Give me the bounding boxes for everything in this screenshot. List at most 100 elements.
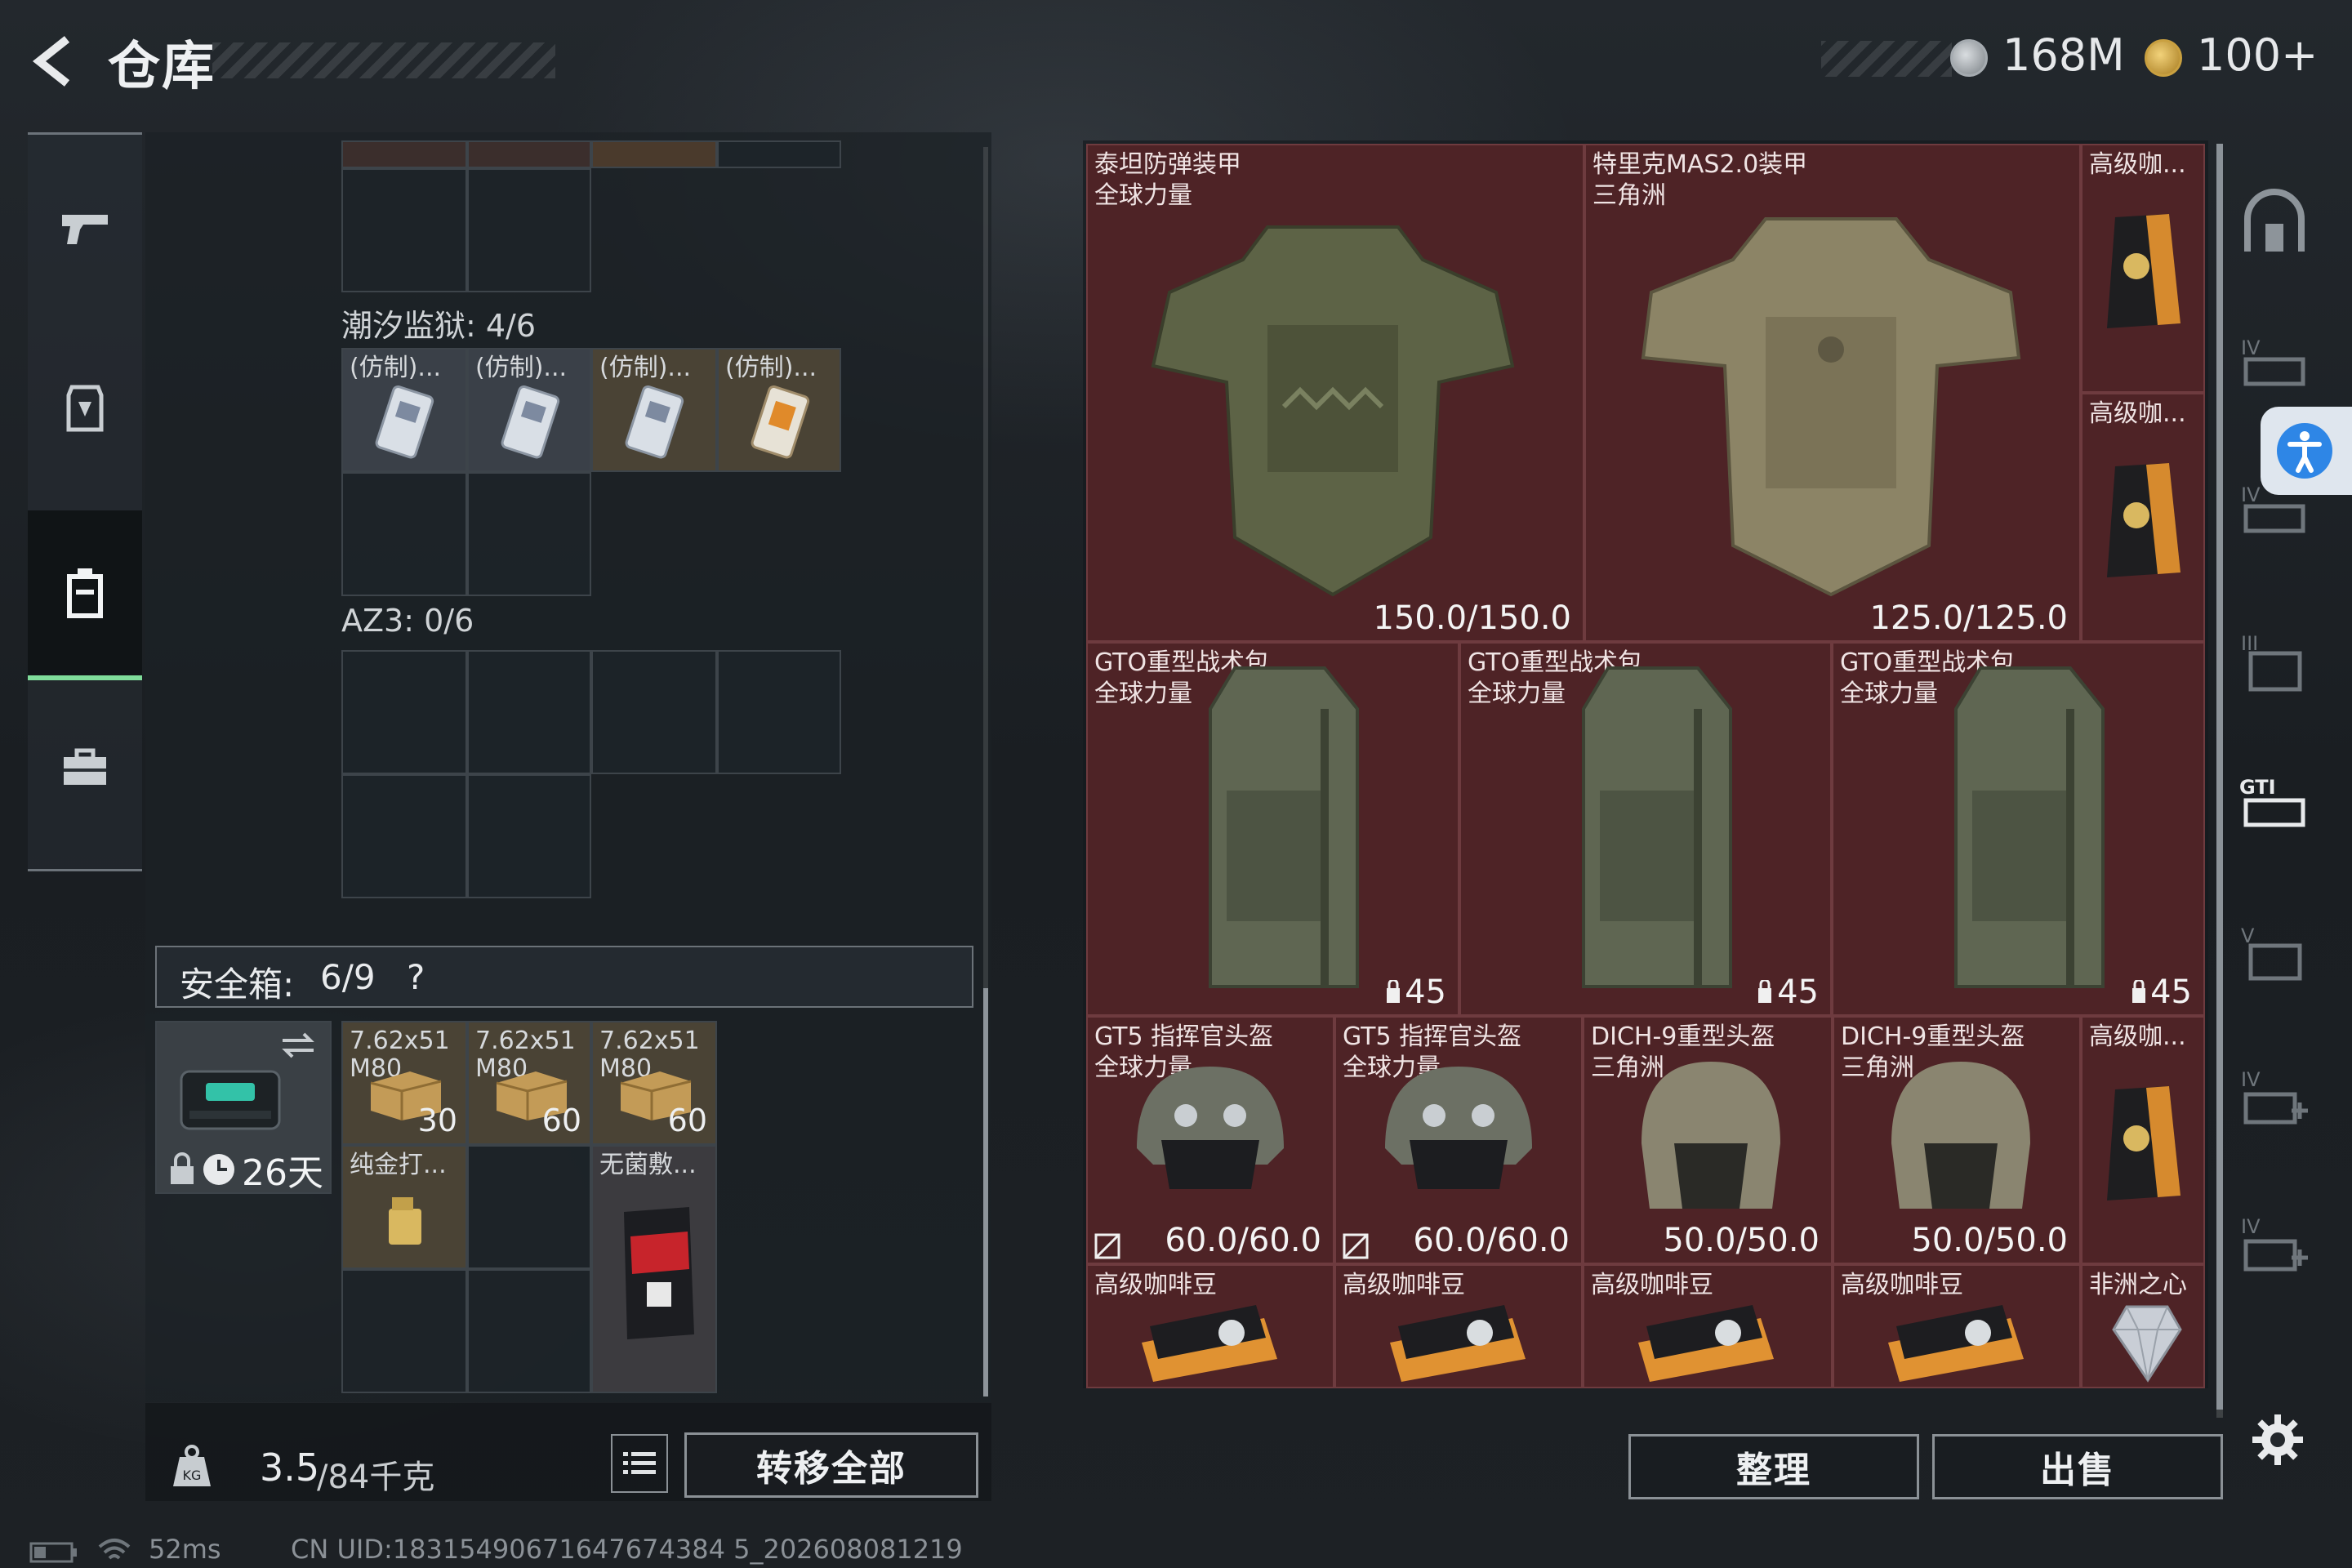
- coffee-bag-icon: [2107, 214, 2180, 328]
- grid-cell[interactable]: [467, 168, 591, 292]
- accessibility-icon: [2277, 423, 2332, 479]
- sidebar-item-gear[interactable]: [28, 363, 142, 453]
- item-cell-helmet[interactable]: DICH-9重型头盔 三角洲 50.0/50.0: [1833, 1016, 2081, 1264]
- grid-cell[interactable]: [467, 1269, 591, 1393]
- lock-icon: [171, 1152, 194, 1184]
- armor-plate-icon: [66, 385, 104, 432]
- stash-tab-add-icon[interactable]: IV: [2238, 1209, 2311, 1282]
- helmet-icon: [1891, 1062, 2030, 1209]
- item-cell-helmet[interactable]: GT5 指挥官头盔 全球力量 60.0/60.0: [1334, 1016, 1583, 1264]
- stash-scrollbar-thumb[interactable]: [2216, 144, 2223, 1410]
- item-cell-backpack[interactable]: GTO重型战术包 全球力量 45: [1086, 642, 1459, 1016]
- sidebar-item-backpack[interactable]: [28, 510, 142, 680]
- stash-tab-v-icon[interactable]: V: [2238, 918, 2311, 991]
- item-cell-coffee[interactable]: 高级咖啡豆: [1334, 1264, 1583, 1388]
- item-cell-diamond[interactable]: 非洲之心: [2081, 1264, 2205, 1388]
- grid-cell[interactable]: [717, 140, 841, 168]
- item-cell-coffee[interactable]: 高级咖...: [2081, 1016, 2205, 1264]
- list-view-button[interactable]: [611, 1434, 668, 1493]
- item-cell[interactable]: (仿制)...: [717, 348, 841, 472]
- item-cell-coffee[interactable]: 高级咖啡豆: [1086, 1264, 1334, 1388]
- grid-cell[interactable]: [341, 1269, 467, 1393]
- item-cell-coffee[interactable]: 高级咖啡豆: [1833, 1264, 2081, 1388]
- safe-box-case[interactable]: 26天: [155, 1021, 332, 1194]
- settings-gear-icon[interactable]: [2251, 1413, 2305, 1467]
- item-cell[interactable]: 无菌敷...: [591, 1145, 717, 1393]
- item-name: (仿制)...: [599, 354, 692, 382]
- safe-case-icon: [180, 1070, 281, 1130]
- title-decoration: [212, 42, 555, 78]
- list-icon: [623, 1452, 656, 1474]
- stash-tab-home-icon[interactable]: [2238, 186, 2311, 260]
- durability: 50.0/50.0: [1663, 1222, 1820, 1259]
- capacity-icon: [2132, 980, 2145, 1003]
- item-count: 60: [667, 1102, 707, 1138]
- item-cell[interactable]: (仿制)...: [341, 348, 467, 472]
- grid-cell[interactable]: [341, 168, 467, 292]
- weight-max: /84千克: [317, 1459, 435, 1496]
- item-cell-coffee[interactable]: 高级咖...: [2081, 144, 2205, 393]
- item-cell-armor[interactable]: 泰坦防弹装甲 全球力量 150.0/150.0: [1086, 144, 1584, 642]
- item-name: 泰坦防弹装甲: [1094, 150, 1241, 179]
- accessibility-button[interactable]: [2261, 407, 2352, 495]
- grid-cell[interactable]: [717, 650, 841, 774]
- item-cell[interactable]: (仿制)...: [467, 348, 591, 472]
- durability: 60.0/60.0: [1165, 1222, 1321, 1259]
- grid-cell[interactable]: [467, 650, 591, 774]
- keycard-icon: [625, 385, 684, 459]
- sidebar-item-briefcase[interactable]: [28, 723, 142, 813]
- durability: 125.0/125.0: [1869, 599, 2069, 637]
- grid-cell[interactable]: [467, 774, 591, 898]
- item-faction: 全球力量: [1468, 679, 1566, 708]
- sell-button[interactable]: 出售: [1932, 1434, 2223, 1499]
- grid-cell[interactable]: [467, 472, 591, 596]
- stash-tab-add-icon[interactable]: IV: [2238, 1062, 2311, 1135]
- organize-button[interactable]: 整理: [1628, 1434, 1919, 1499]
- item-faction: 全球力量: [1840, 679, 1938, 708]
- coffee-bag-icon: [2107, 1086, 2180, 1200]
- silver-coin-icon: [1950, 39, 1988, 77]
- pistol-icon: [62, 215, 108, 244]
- item-cell-armor[interactable]: 特里克MAS2.0装甲 三角洲 125.0/125.0: [1584, 144, 2081, 642]
- briefcase-icon: [64, 748, 106, 785]
- body-armor-icon: [1641, 217, 2021, 597]
- item-cell[interactable]: (仿制)...: [591, 348, 717, 472]
- stash-tab-iv-icon[interactable]: IV: [2238, 327, 2311, 400]
- stash-tab-gti-icon[interactable]: GTI: [2238, 768, 2311, 841]
- item-name: 纯金打...: [350, 1152, 447, 1179]
- backpack-icon: [67, 568, 103, 618]
- item-cell[interactable]: 7.62x51 M80 60: [591, 1021, 717, 1145]
- item-cell[interactable]: 7.62x51 M80 30: [341, 1021, 467, 1145]
- swap-icon[interactable]: [278, 1029, 318, 1062]
- svg-text:IV: IV: [2241, 483, 2261, 506]
- container-scrollbar-thumb[interactable]: [983, 988, 988, 1396]
- page-title: 仓库: [108, 37, 216, 97]
- item-cell-backpack[interactable]: GTO重型战术包 全球力量 45: [1459, 642, 1832, 1016]
- grid-cell[interactable]: [591, 650, 717, 774]
- coffee-bag-icon: [1638, 1305, 1774, 1382]
- grid-cell[interactable]: [467, 1145, 591, 1269]
- tactical-backpack-icon: [1209, 666, 1359, 988]
- sterile-bandage-icon: [624, 1207, 694, 1339]
- grid-cell[interactable]: [341, 774, 467, 898]
- grid-cell[interactable]: [591, 140, 717, 168]
- item-faction: 全球力量: [1094, 679, 1192, 708]
- item-cell-helmet[interactable]: GT5 指挥官头盔 全球力量 60.0/60.0: [1086, 1016, 1334, 1264]
- help-icon[interactable]: ?: [407, 957, 425, 997]
- grid-cell[interactable]: [341, 650, 467, 774]
- back-arrow-icon[interactable]: [28, 33, 85, 90]
- item-cell-coffee[interactable]: 高级咖...: [2081, 393, 2205, 642]
- item-cell[interactable]: 7.62x51 M80 60: [467, 1021, 591, 1145]
- tactical-backpack-icon: [1954, 666, 2105, 988]
- item-cell[interactable]: 纯金打...: [341, 1145, 467, 1269]
- transfer-all-button[interactable]: 转移全部: [684, 1432, 978, 1498]
- grid-cell[interactable]: [467, 140, 591, 168]
- stash-tab-iii-icon[interactable]: III: [2238, 626, 2311, 699]
- item-cell-backpack[interactable]: GTO重型战术包 全球力量 45: [1832, 642, 2205, 1016]
- sidebar-item-weapon[interactable]: [28, 184, 142, 274]
- currency-decoration: [1821, 41, 1952, 77]
- item-cell-helmet[interactable]: DICH-9重型头盔 三角洲 50.0/50.0: [1583, 1016, 1833, 1264]
- grid-cell[interactable]: [341, 472, 467, 596]
- item-cell-coffee[interactable]: 高级咖啡豆: [1583, 1264, 1833, 1388]
- grid-cell[interactable]: [341, 140, 467, 168]
